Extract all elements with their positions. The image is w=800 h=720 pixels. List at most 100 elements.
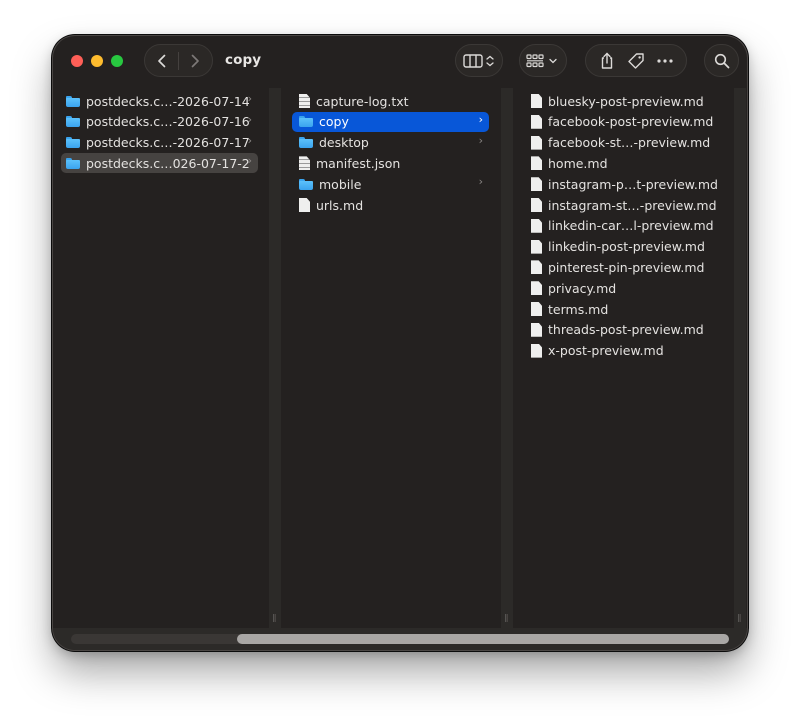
item-name: mobile xyxy=(319,176,362,192)
item-name: terms.md xyxy=(548,301,609,317)
resize-grip-icon: || xyxy=(737,613,742,622)
folder-icon xyxy=(299,116,313,128)
list-item[interactable]: capture-log.txt xyxy=(292,91,489,111)
document-icon xyxy=(531,239,542,254)
share-button[interactable] xyxy=(593,47,621,75)
list-item[interactable]: postdecks.c…-2026-07-16 › xyxy=(61,112,258,132)
list-item[interactable]: instagram-st…-preview.md xyxy=(526,195,730,215)
item-name: facebook-post-preview.md xyxy=(548,114,714,130)
item-name: bluesky-post-preview.md xyxy=(548,93,704,109)
close-window-button[interactable] xyxy=(71,55,83,67)
navigation-buttons xyxy=(144,44,213,77)
item-name: x-post-preview.md xyxy=(548,343,664,359)
list-item[interactable]: instagram-p…t-preview.md xyxy=(526,174,730,194)
list-item[interactable]: privacy.md xyxy=(526,278,730,298)
document-icon xyxy=(531,156,542,171)
item-name: pinterest-pin-preview.md xyxy=(548,259,705,275)
document-icon xyxy=(531,302,542,316)
document-icon xyxy=(531,94,542,108)
column-copy-contents: bluesky-post-preview.md facebook-post-pre… xyxy=(518,88,734,628)
column-parent-folders: postdecks.c…-2026-07-14 › postdecks.c…-202… xyxy=(53,88,269,628)
item-name: threads-post-preview.md xyxy=(548,322,704,338)
list-item[interactable]: postdecks.c…-2026-07-17 › xyxy=(61,133,258,153)
item-name: home.md xyxy=(548,155,608,171)
item-name: instagram-st…-preview.md xyxy=(548,197,717,213)
disclosure-chevron-icon: › xyxy=(247,92,252,105)
list-item[interactable]: urls.md xyxy=(292,195,489,215)
item-name: privacy.md xyxy=(548,280,617,296)
column-view-icon xyxy=(463,53,494,68)
list-item[interactable]: postdecks.c…-2026-07-14 › xyxy=(61,91,258,111)
group-button[interactable] xyxy=(519,44,567,77)
disclosure-chevron-icon: › xyxy=(247,133,252,147)
column-current-folder: capture-log.txt copy › desktop › manifest.jso… xyxy=(286,88,499,628)
list-item[interactable]: home.md xyxy=(526,153,730,173)
item-name: postdecks.c…-2026-07-16 xyxy=(86,114,250,130)
column-resize-handle[interactable]: || xyxy=(734,88,746,628)
folder-icon xyxy=(66,95,80,107)
folder-icon xyxy=(299,137,313,149)
item-name: postdecks.c…-2026-07-17 xyxy=(86,135,250,151)
item-name: linkedin-post-preview.md xyxy=(548,239,705,255)
list-item[interactable]: linkedin-post-preview.md xyxy=(526,237,730,257)
chevron-right-icon xyxy=(192,54,200,67)
list-item[interactable]: postdecks.c…026-07-17-2 › xyxy=(61,153,258,174)
item-name: urls.md xyxy=(316,197,364,213)
zoom-window-button[interactable] xyxy=(111,55,123,67)
item-name: instagram-p…t-preview.md xyxy=(548,176,718,192)
item-name: manifest.json xyxy=(316,155,401,171)
folder-icon xyxy=(66,116,80,128)
search-icon xyxy=(714,53,729,68)
document-icon xyxy=(531,198,542,212)
column-resize-handle[interactable]: || xyxy=(269,88,281,628)
item-name: desktop xyxy=(319,135,369,151)
disclosure-chevron-icon: › xyxy=(478,175,483,189)
view-mode-button[interactable] xyxy=(455,44,503,77)
list-item[interactable]: desktop › xyxy=(292,133,489,153)
search-button[interactable] xyxy=(704,44,739,77)
back-button[interactable] xyxy=(145,44,178,77)
minimize-window-button[interactable] xyxy=(91,55,103,67)
text-file-icon xyxy=(299,94,310,108)
horizontal-scrollbar[interactable] xyxy=(53,628,747,650)
finder-window: copy postdecks.c…-2026-07-14 › postdecks… xyxy=(53,36,747,650)
list-item[interactable]: terms.md xyxy=(526,299,730,319)
list-item[interactable]: linkedin-car…l-preview.md xyxy=(526,216,730,236)
text-file-icon xyxy=(299,156,310,171)
document-icon xyxy=(531,281,542,296)
folder-icon xyxy=(299,178,313,190)
resize-grip-icon: || xyxy=(272,613,277,622)
column-resize-handle[interactable]: || xyxy=(501,88,513,628)
item-name: facebook-st…-preview.md xyxy=(548,135,711,151)
scrollbar-track[interactable] xyxy=(71,634,729,644)
document-icon xyxy=(531,114,542,129)
list-item[interactable]: facebook-post-preview.md xyxy=(526,112,730,132)
chevron-left-icon xyxy=(157,54,165,67)
item-name: capture-log.txt xyxy=(316,93,409,109)
document-icon xyxy=(531,177,542,192)
document-icon xyxy=(531,135,542,150)
list-item[interactable]: copy › xyxy=(292,111,489,132)
grid-group-icon xyxy=(526,53,557,67)
list-item[interactable]: bluesky-post-preview.md xyxy=(526,91,730,111)
folder-icon xyxy=(66,157,80,169)
share-icon xyxy=(601,52,612,69)
scrollbar-thumb[interactable] xyxy=(237,634,729,644)
disclosure-chevron-icon: › xyxy=(478,133,483,147)
window-title: copy xyxy=(225,52,262,68)
forward-button[interactable] xyxy=(179,44,212,77)
item-name: copy xyxy=(319,114,349,130)
list-item[interactable]: x-post-preview.md xyxy=(526,341,730,361)
list-item[interactable]: manifest.json xyxy=(292,153,489,173)
ellipsis-icon xyxy=(657,58,673,63)
list-item[interactable]: threads-post-preview.md xyxy=(526,320,730,340)
list-item[interactable]: pinterest-pin-preview.md xyxy=(526,257,730,277)
list-item[interactable]: mobile › xyxy=(292,174,489,194)
action-buttons xyxy=(585,44,687,77)
tag-button[interactable] xyxy=(622,47,650,75)
document-icon xyxy=(531,343,542,358)
disclosure-chevron-icon: › xyxy=(247,154,252,168)
document-icon xyxy=(531,322,542,337)
list-item[interactable]: facebook-st…-preview.md xyxy=(526,133,730,153)
more-button[interactable] xyxy=(651,47,679,75)
